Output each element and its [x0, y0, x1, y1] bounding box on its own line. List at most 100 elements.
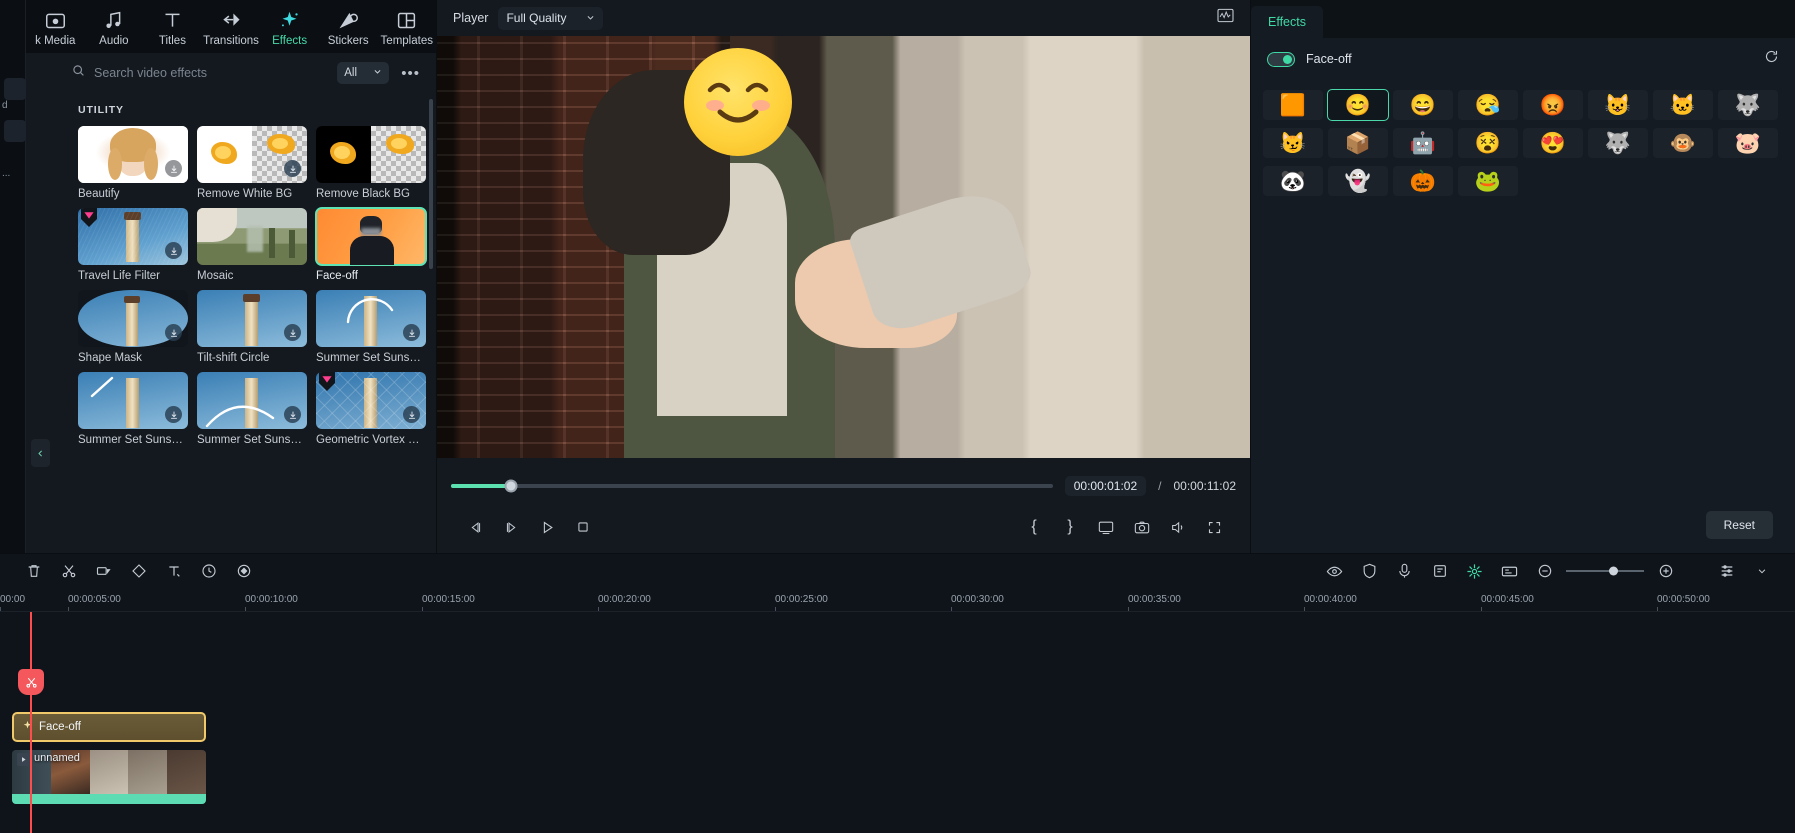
- play-button[interactable]: [529, 514, 565, 540]
- emoji-option-blue-cat-face[interactable]: 😼: [1263, 128, 1323, 158]
- emoji-option-ghost-face[interactable]: 👻: [1328, 166, 1388, 196]
- delete-button[interactable]: [16, 558, 51, 584]
- tab-effects-label: Effects: [1268, 15, 1306, 29]
- timeline-zoom-slider[interactable]: [1566, 570, 1644, 572]
- download-badge[interactable]: [403, 406, 420, 423]
- emoji-option-smiling-blush-face[interactable]: 😊: [1328, 90, 1388, 120]
- playback-scrubber[interactable]: [451, 484, 1053, 488]
- video-clip[interactable]: unnamed: [12, 750, 206, 804]
- playhead[interactable]: [30, 612, 32, 833]
- nav-tab-transitions[interactable]: Transitions: [202, 6, 261, 47]
- shield-icon[interactable]: [1352, 558, 1387, 584]
- zoom-in-button[interactable]: [1648, 558, 1683, 584]
- effect-card-mosaic[interactable]: Mosaic: [197, 208, 307, 282]
- rail-stub-two[interactable]: [4, 120, 26, 142]
- color-button[interactable]: [121, 558, 156, 584]
- reset-button[interactable]: Reset: [1706, 511, 1773, 539]
- playhead-handle[interactable]: [18, 669, 44, 695]
- rail-stub-one[interactable]: [4, 78, 26, 100]
- download-badge[interactable]: [165, 160, 182, 177]
- emoji-option-paper-bag-hearts[interactable]: 😍: [1523, 128, 1583, 158]
- emoji-option-panda-face[interactable]: 🐼: [1263, 166, 1323, 196]
- nav-tab-effects[interactable]: Effects: [260, 6, 319, 47]
- effect-card-face-off[interactable]: Face-off: [316, 208, 426, 282]
- nav-tab-stickers[interactable]: Stickers: [319, 6, 378, 47]
- scrubber-handle[interactable]: [505, 480, 518, 493]
- sync-icon[interactable]: [1457, 558, 1492, 584]
- more-options-icon[interactable]: •••: [397, 65, 424, 82]
- emoji-option-paper-bag-robot[interactable]: 🤖: [1393, 128, 1453, 158]
- keyframe-button[interactable]: [226, 558, 261, 584]
- emoji-option-grinning-laugh-face[interactable]: 😄: [1393, 90, 1453, 120]
- emoji-option-wolf-face[interactable]: 🐺: [1718, 90, 1778, 120]
- emoji-option-husky-face[interactable]: 🐺: [1588, 128, 1648, 158]
- download-badge[interactable]: [284, 406, 301, 423]
- track-menu-button[interactable]: [1744, 558, 1779, 584]
- download-badge[interactable]: [165, 406, 182, 423]
- pop-out-button[interactable]: [1088, 514, 1124, 540]
- emoji-option-angry-red-face[interactable]: 😡: [1523, 90, 1583, 120]
- effect-card-geometric-vortex[interactable]: Geometric Vortex Ove...: [316, 372, 426, 446]
- marker-icon[interactable]: [1422, 558, 1457, 584]
- next-frame-button[interactable]: [493, 514, 529, 540]
- emoji-option-pig-face[interactable]: 🐷: [1718, 128, 1778, 158]
- waveform-scope-icon[interactable]: [1217, 8, 1234, 28]
- search-input[interactable]: [94, 66, 329, 80]
- effect-card-summer-set-sunshine-1[interactable]: Summer Set Sunshine ...: [316, 290, 426, 364]
- snapshot-button[interactable]: [1124, 514, 1160, 540]
- premium-gem-icon: [81, 208, 97, 227]
- mark-out-button[interactable]: }: [1052, 514, 1088, 540]
- download-badge[interactable]: [403, 324, 420, 341]
- effect-card-travel-life-filter[interactable]: Travel Life Filter: [78, 208, 188, 282]
- tab-effects[interactable]: Effects: [1251, 6, 1323, 38]
- emoji-option-monkey-face[interactable]: 🐵: [1653, 128, 1713, 158]
- emoji-option-pumpkin-face[interactable]: 🎃: [1393, 166, 1453, 196]
- download-badge[interactable]: [165, 324, 182, 341]
- volume-button[interactable]: [1160, 514, 1196, 540]
- effect-card-remove-black-bg[interactable]: Remove Black BG: [316, 126, 426, 200]
- track-manager-button[interactable]: [1709, 558, 1744, 584]
- download-badge[interactable]: [165, 242, 182, 259]
- emoji-option-cat-face-two[interactable]: 🐱: [1653, 90, 1713, 120]
- crop-button[interactable]: [86, 558, 121, 584]
- mask-eye-icon[interactable]: [1317, 558, 1352, 584]
- effect-card-summer-set-sunshine-2[interactable]: Summer Set Sunshine ...: [78, 372, 188, 446]
- effect-card-beautify[interactable]: Beautify: [78, 126, 188, 200]
- nav-tab-audio[interactable]: Audio: [85, 6, 144, 47]
- text-button[interactable]: [156, 558, 191, 584]
- effect-card-shape-mask[interactable]: Shape Mask: [78, 290, 188, 364]
- emoji-option-paper-bag-dizzy[interactable]: 😵: [1458, 128, 1518, 158]
- fullscreen-button[interactable]: [1196, 514, 1232, 540]
- effect-card-remove-white-bg[interactable]: Remove White BG: [197, 126, 307, 200]
- microphone-icon[interactable]: [1387, 558, 1422, 584]
- collapse-panel-button[interactable]: [31, 439, 50, 467]
- effect-card-tilt-shift-circle[interactable]: Tilt-shift Circle: [197, 290, 307, 364]
- nav-tab-templates[interactable]: Templates: [377, 6, 436, 47]
- emoji-option-cat-face-one[interactable]: 😺: [1588, 90, 1648, 120]
- library-scrollbar[interactable]: [429, 99, 433, 269]
- speed-button[interactable]: [191, 558, 226, 584]
- mark-in-button[interactable]: {: [1016, 514, 1052, 540]
- timeline-ruler[interactable]: 00:0000:00:05:0000:00:10:0000:00:15:0000…: [0, 588, 1795, 612]
- emoji-option-sleepy-tear-face[interactable]: 😪: [1458, 90, 1518, 120]
- emoji-option-paper-bag-angry[interactable]: 📦: [1328, 128, 1388, 158]
- zoom-out-button[interactable]: [1527, 558, 1562, 584]
- quality-dropdown[interactable]: Full Quality: [498, 7, 603, 30]
- effect-card-summer-set-sunshine-3[interactable]: Summer Set Sunshine ...: [197, 372, 307, 446]
- download-badge[interactable]: [284, 160, 301, 177]
- zoom-slider-handle[interactable]: [1609, 567, 1618, 576]
- download-badge[interactable]: [284, 324, 301, 341]
- prev-frame-button[interactable]: [457, 514, 493, 540]
- emoji-option-mosaic-pixel-face[interactable]: 🟧: [1263, 90, 1323, 120]
- stop-button[interactable]: [565, 514, 601, 540]
- face-off-toggle[interactable]: [1267, 52, 1295, 67]
- video-preview-stage[interactable]: [437, 36, 1250, 458]
- filter-dropdown[interactable]: All: [337, 62, 389, 84]
- reset-circular-arrow-icon[interactable]: [1764, 49, 1779, 69]
- render-icon[interactable]: [1492, 558, 1527, 584]
- emoji-option-frog-face[interactable]: 🐸: [1458, 166, 1518, 196]
- split-button[interactable]: [51, 558, 86, 584]
- effect-clip[interactable]: Face-off: [12, 712, 206, 742]
- nav-tab-titles[interactable]: Titles: [143, 6, 202, 47]
- nav-tab-media[interactable]: k Media: [26, 6, 85, 47]
